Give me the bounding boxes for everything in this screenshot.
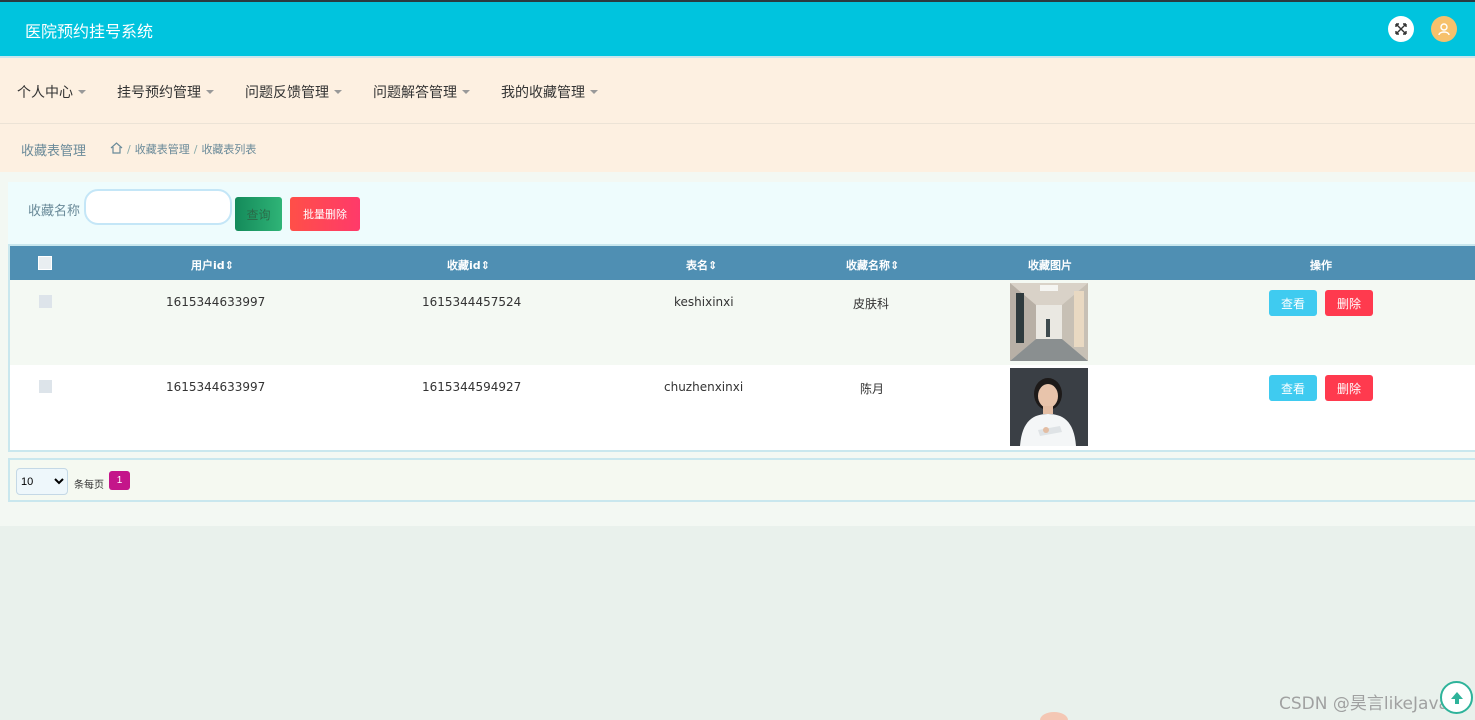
per-page-label: 条每页 — [74, 480, 104, 491]
search-input[interactable] — [84, 189, 232, 225]
pagination: 102050100 条每页 1 — [8, 458, 1475, 502]
table-row: 1615344633997 1615344457524 keshixinxi 皮… — [10, 280, 1475, 365]
cell-table-name: keshixinxi — [674, 295, 734, 309]
favorites-table: 用户id⇕ 收藏id⇕ 表名⇕ 收藏名称⇕ 收藏图片 操作 1615344633… — [8, 244, 1475, 452]
breadcrumb-separator: / — [193, 142, 198, 156]
delete-button[interactable]: 删除 — [1325, 290, 1373, 316]
cell-fav-name: 皮肤科 — [853, 297, 890, 311]
table-row: 1615344633997 1615344594927 chuzhenxinxi… — [10, 365, 1475, 450]
view-button[interactable]: 查看 — [1269, 375, 1317, 401]
row-checkbox[interactable] — [39, 380, 52, 393]
breadcrumb: / 收藏表管理 / 收藏表列表 — [110, 141, 256, 157]
column-header-fav-image: 收藏图片 — [1028, 259, 1072, 272]
table-header: 用户id⇕ 收藏id⇕ 表名⇕ 收藏名称⇕ 收藏图片 操作 — [10, 246, 1475, 280]
app-title: 医院预约挂号系统 — [25, 22, 154, 41]
sort-icon: ⇕ — [480, 259, 490, 272]
sort-icon: ⇕ — [224, 259, 234, 272]
breadcrumb-separator: / — [127, 142, 131, 156]
sort-icon: ⇕ — [890, 259, 900, 272]
view-button[interactable]: 查看 — [1269, 290, 1317, 316]
row-checkbox[interactable] — [39, 295, 52, 308]
cell-fav-name: 陈月 — [860, 382, 885, 396]
nav-item-favorites[interactable]: 我的收藏管理 — [501, 82, 598, 102]
batch-delete-button[interactable]: 批量删除 — [290, 197, 360, 231]
cell-user-id: 1615344633997 — [166, 380, 266, 394]
hospital-corridor-photo[interactable] — [1010, 283, 1088, 361]
chevron-down-icon — [78, 90, 86, 94]
breadcrumb-bar: 收藏表管理 / 收藏表管理 / 收藏表列表 — [0, 124, 1475, 172]
search-label: 收藏名称 — [28, 204, 81, 219]
nav-item-answers[interactable]: 问题解答管理 — [373, 82, 470, 102]
decorative-dot — [1040, 712, 1068, 720]
column-header-table-name[interactable]: 表名⇕ — [686, 257, 717, 273]
page-size-select[interactable]: 102050100 — [16, 468, 68, 495]
cell-fav-id: 1615344457524 — [422, 295, 522, 309]
user-avatar-icon[interactable] — [1431, 16, 1457, 42]
chevron-down-icon — [462, 90, 470, 94]
cell-fav-id: 1615344594927 — [422, 380, 522, 394]
cell-table-name: chuzhenxinxi — [664, 380, 744, 394]
column-header-actions: 操作 — [1310, 259, 1332, 272]
chevron-down-icon — [590, 90, 598, 94]
nav-item-appointments[interactable]: 挂号预约管理 — [117, 82, 214, 102]
breadcrumb-item[interactable]: 收藏表管理 — [135, 141, 190, 157]
search-bar: 收藏名称 查询 批量删除 — [8, 182, 1475, 244]
page-number-button[interactable]: 1 — [109, 471, 130, 490]
chevron-down-icon — [206, 90, 214, 94]
content-area: 收藏名称 查询 批量删除 用户id⇕ 收藏id⇕ 表名⇕ 收藏名称⇕ 收藏图片 … — [0, 172, 1475, 526]
fullscreen-icon[interactable] — [1388, 16, 1414, 42]
select-all-checkbox[interactable] — [38, 256, 52, 270]
top-header: 医院预约挂号系统 — [0, 0, 1475, 56]
breadcrumb-item: 收藏表列表 — [201, 143, 257, 156]
column-header-fav-name[interactable]: 收藏名称⇕ — [846, 257, 899, 273]
nav-item-feedback[interactable]: 问题反馈管理 — [245, 82, 342, 102]
column-header-fav-id[interactable]: 收藏id⇕ — [447, 257, 490, 273]
sort-icon: ⇕ — [708, 259, 718, 272]
scroll-to-top-icon[interactable] — [1440, 681, 1473, 714]
cell-user-id: 1615344633997 — [166, 295, 266, 309]
column-header-user-id[interactable]: 用户id⇕ — [191, 257, 234, 273]
nav-item-personal-center[interactable]: 个人中心 — [17, 82, 86, 102]
search-button[interactable]: 查询 — [235, 197, 282, 231]
delete-button[interactable]: 删除 — [1325, 375, 1373, 401]
main-nav: 个人中心 挂号预约管理 问题反馈管理 问题解答管理 我的收藏管理 — [0, 56, 1475, 124]
watermark: CSDN @昊言likeJava — [1279, 694, 1449, 714]
chevron-down-icon — [334, 90, 342, 94]
page-title: 收藏表管理 — [21, 144, 87, 159]
home-icon[interactable] — [110, 141, 123, 157]
doctor-portrait-photo[interactable] — [1010, 368, 1088, 446]
